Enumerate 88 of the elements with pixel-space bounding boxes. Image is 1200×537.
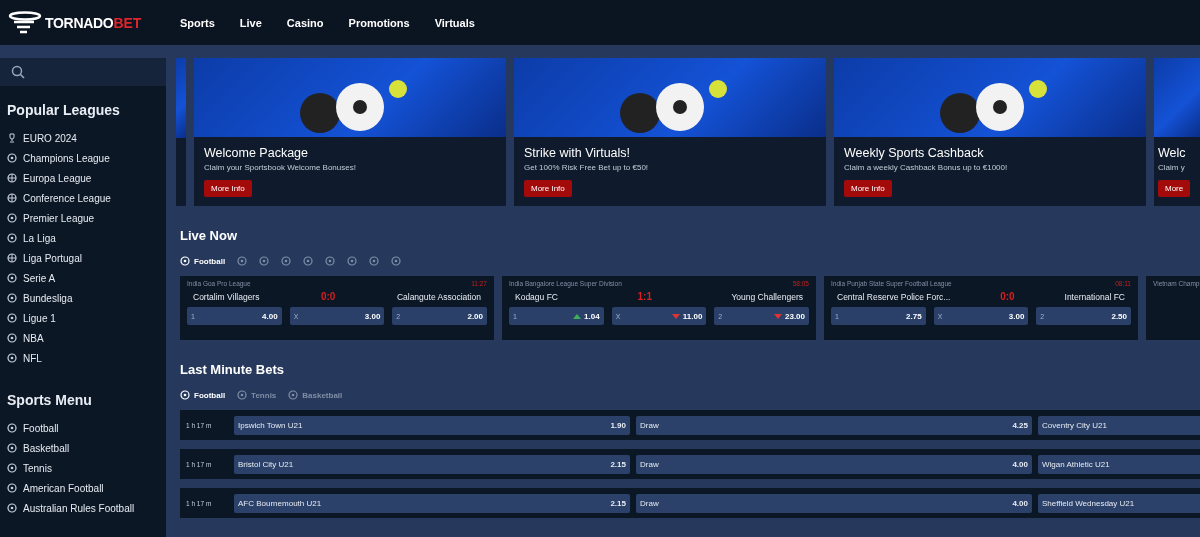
sport-filter-tab[interactable]: [259, 256, 270, 266]
section-title: Live Now: [180, 228, 239, 243]
sidebar-link[interactable]: Champions League: [23, 152, 110, 164]
sidebar-link[interactable]: Bundesliga: [23, 292, 73, 304]
sport-filter-tab[interactable]: [325, 256, 336, 266]
odds-button[interactable]: Coventry City U21: [1038, 415, 1200, 435]
team-name: Young Challengers: [731, 291, 803, 302]
sidebar-link[interactable]: Tennis: [23, 462, 52, 474]
logo[interactable]: TORNADOBET: [0, 10, 168, 35]
more-info-button[interactable]: More Info: [844, 180, 892, 197]
ball-icon: [180, 390, 190, 400]
sidebar-link[interactable]: Conference League: [23, 192, 111, 204]
odds-button[interactable]: Wigan Athletic U21: [1038, 454, 1200, 474]
ball-icon: [391, 256, 402, 266]
sidebar-link[interactable]: Basketball: [23, 442, 70, 454]
search-icon: [11, 65, 25, 79]
sport-filter-tab[interactable]: [281, 256, 292, 266]
sidebar-link[interactable]: Europa League: [23, 172, 92, 184]
sidebar-link[interactable]: Australian Rules Football: [23, 502, 135, 514]
nav-link[interactable]: Virtuals: [434, 16, 475, 29]
globe-icon: [7, 193, 17, 203]
promo-title: Weekly Sports Cashback: [844, 146, 985, 160]
nav-link[interactable]: Casino: [286, 16, 324, 29]
ball-icon: [369, 256, 380, 266]
ball-icon: [303, 256, 314, 266]
globe-icon: [7, 253, 17, 263]
sidebar-link[interactable]: Liga Portugal: [23, 252, 82, 264]
team-name: Central Reserve Police Forc...: [837, 291, 951, 302]
ball-icon: [325, 256, 336, 266]
sidebar-link[interactable]: EURO 2024: [23, 132, 77, 144]
sport-filter-tab[interactable]: [347, 256, 358, 266]
team-name: Calangute Association: [396, 291, 481, 302]
sidebar-link[interactable]: La Liga: [23, 232, 56, 244]
team-name: Cortalim Villagers: [193, 291, 260, 302]
promo-text: Get 100% Risk Free Bet up to €50!: [524, 163, 650, 172]
odds-button[interactable]: Sheffield Wednesday U21: [1038, 493, 1200, 513]
nav-link[interactable]: Sports: [180, 16, 215, 29]
section-title: Sports Menu: [6, 392, 93, 408]
section-title: Popular Leagues: [6, 102, 121, 118]
team-name: International FC: [1064, 291, 1125, 302]
match-score: 1:1: [637, 291, 652, 302]
promo-text: Claim your Sportsbook Welcome Bonuses!: [204, 163, 357, 172]
sidebar-link[interactable]: Serie A: [23, 272, 56, 284]
trophy-icon: [7, 133, 17, 143]
search-field[interactable]: [0, 58, 166, 86]
sidebar-link[interactable]: Ligue 1: [23, 312, 56, 324]
sport-filter-tab[interactable]: [237, 256, 248, 266]
more-info-button[interactable]: More Info: [204, 180, 252, 197]
sport-filter-tab[interactable]: [369, 256, 380, 266]
ball-icon: [347, 256, 358, 266]
nav-link[interactable]: Live: [239, 16, 262, 29]
promo-text: Claim a weekly Cashback Bonus up to €1000!: [844, 163, 1009, 172]
sport-filter-tab[interactable]: Football: [180, 256, 226, 266]
odds-button[interactable]: Draw 4.25: [636, 415, 1032, 435]
ball-icon: [237, 256, 248, 266]
promo-title: Strike with Virtuals!: [524, 146, 632, 160]
sidebar-link[interactable]: NBA: [23, 332, 44, 344]
nav-link[interactable]: Promotions: [348, 16, 410, 29]
more-info-button[interactable]: More: [1158, 180, 1191, 197]
promo-title: Welc: [1158, 146, 1187, 160]
match-score: 0:0: [1000, 291, 1015, 302]
ball-icon: [259, 256, 270, 266]
team-name: Kodagu FC: [515, 291, 558, 302]
odds-button[interactable]: Ipswich Town U21 1.90: [234, 415, 630, 435]
sport-tab[interactable]: Football: [180, 390, 226, 400]
sidebar-link[interactable]: Premier League: [23, 212, 95, 224]
ball-icon: [180, 256, 190, 266]
tornado-icon: [8, 10, 42, 35]
section-title: Last Minute Bets: [180, 362, 285, 377]
sport-filter-tab[interactable]: [303, 256, 314, 266]
sidebar-link[interactable]: American Football: [23, 482, 104, 494]
sport-tab[interactable]: Basketball: [288, 390, 343, 400]
match-score: 0:0: [320, 291, 336, 302]
ball-icon: [281, 256, 292, 266]
sidebar-link[interactable]: NFL: [23, 352, 42, 364]
odds-button[interactable]: Bristol City U21 2.15: [234, 454, 630, 474]
odds-button[interactable]: Draw 4.00: [636, 493, 1032, 513]
globe-icon: [7, 173, 17, 183]
promo-title: Welcome Package: [204, 146, 309, 160]
ball-icon: [237, 390, 248, 400]
promo-text: Claim y: [1158, 163, 1186, 172]
odds-button[interactable]: AFC Bournemouth U21 2.15: [234, 493, 630, 513]
sidebar-link[interactable]: Football: [23, 422, 59, 434]
ball-icon: [7, 153, 17, 163]
odds-button[interactable]: Draw 4.00: [636, 454, 1032, 474]
ball-icon: [288, 390, 299, 400]
sport-filter-tab[interactable]: [391, 256, 402, 266]
more-info-button[interactable]: More Info: [524, 180, 572, 197]
